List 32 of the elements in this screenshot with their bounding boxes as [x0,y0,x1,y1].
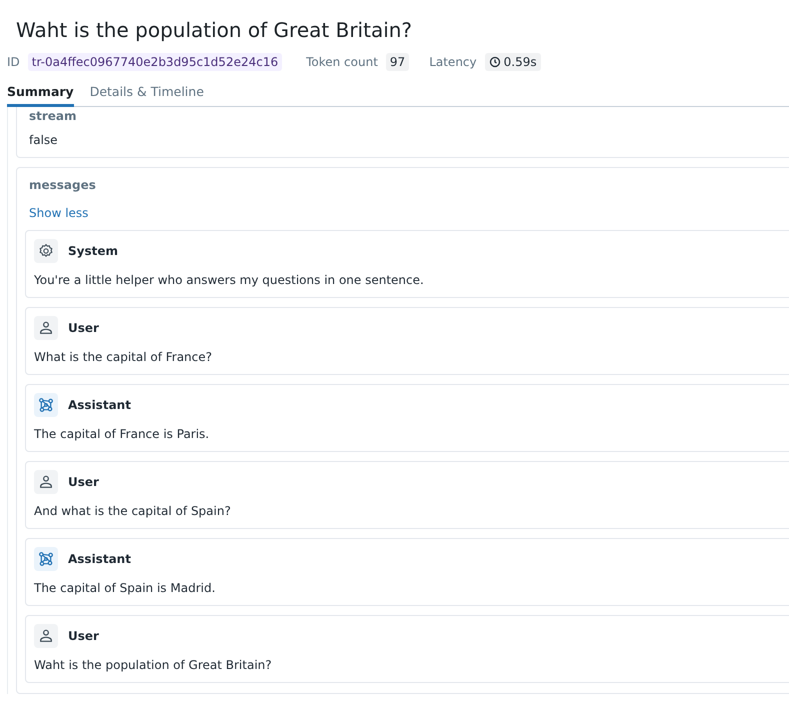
id-label: ID [7,55,20,69]
token-count-label: Token count [306,55,378,69]
field-name: messages [29,178,97,192]
network-icon [34,393,58,417]
token-count: 97 [386,53,410,71]
field-value: false [29,133,59,147]
message-text: And what is the capital of Spain? [34,504,232,518]
show-less-link[interactable]: Show less [29,206,88,220]
tab[interactable]: Details & Timeline [90,78,204,107]
tab[interactable]: Summary [7,78,74,107]
clock-icon [488,56,501,68]
message-role: System [68,244,118,258]
person-icon [34,470,58,494]
person-icon [34,624,58,648]
message-role: Assistant [68,398,131,412]
message-text: The capital of Spain is Madrid. [34,581,216,595]
message-role: User [68,629,99,643]
message-text: Waht is the population of Great Britain? [34,658,273,672]
page-title: Waht is the population of Great Britain? [16,17,414,44]
message-role: User [68,321,99,335]
message-role: Assistant [68,552,131,566]
trace-id: tr-0a4ffec0967740e2b3d95c1d52e24c16 [28,53,282,71]
settings-icon [34,239,58,263]
message-role: User [68,475,99,489]
latency-label: Latency [429,55,477,69]
message-text: What is the capital of France? [34,350,214,364]
person-icon [34,316,58,340]
field-name: stream [29,109,78,123]
message-text: The capital of France is Paris. [34,427,210,441]
latency-value: 0.59s [504,55,537,69]
network-icon [34,547,58,571]
message-text: You're a little helper who answers my questions in one sentence. [34,273,425,287]
